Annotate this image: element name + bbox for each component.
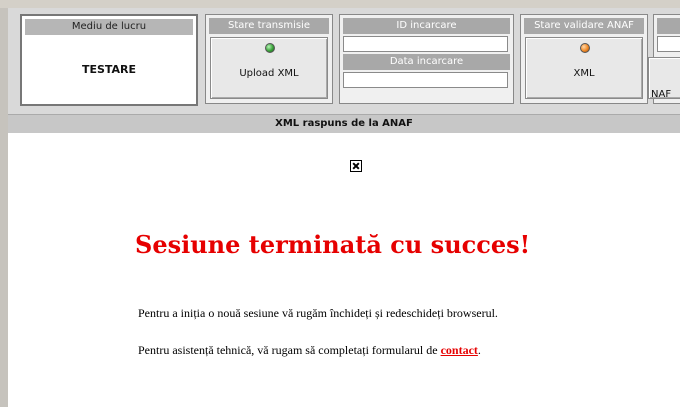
work-environment-title: Mediu de lucru [25,19,193,35]
anaf-validation-title: Stare validare ANAF [524,18,644,34]
restart-instruction: Pentru a iniția o nouă sesiune vă rugăm … [138,306,498,320]
response-bar: XML raspuns de la ANAF [8,114,680,134]
work-environment-value: TESTARE [81,63,137,76]
upload-id-field[interactable] [343,36,508,52]
transmission-panel: Stare transmisie Upload XML [205,14,333,104]
naf-label: NAF [651,89,672,100]
contact-link[interactable]: contact [441,343,478,357]
upload-date-title: Data incarcare [343,54,510,70]
partial-panel: NAF [648,14,680,104]
upload-date-field[interactable] [343,72,508,88]
close-icon [350,160,362,172]
partial-title [657,18,680,34]
xml-label: XML [573,68,595,79]
transmission-title: Stare transmisie [209,18,329,34]
upload-id-title: ID incarcare [343,18,510,34]
work-environment-panel: Mediu de lucru TESTARE [20,14,198,106]
status-led-icon [580,43,590,53]
status-led-icon [265,43,275,53]
app-window: Mediu de lucru TESTARE Stare transmisie … [0,0,680,407]
partial-field[interactable] [657,36,680,52]
xml-button[interactable]: XML [525,37,643,99]
naf-button[interactable]: NAF [648,57,680,100]
response-content: Sesiune terminată cu succes! Pentru a in… [8,133,680,407]
support-text: Pentru asistență tehnică, vă rugam să co… [138,343,441,357]
session-ended-heading: Sesiune terminată cu succes! [135,230,531,259]
anaf-validation-panel: Stare validare ANAF XML [520,14,648,104]
support-instruction: Pentru asistență tehnică, vă rugam să co… [138,343,481,358]
upload-xml-label: Upload XML [239,68,299,79]
upload-xml-button[interactable]: Upload XML [210,37,328,99]
support-suffix: . [477,343,481,357]
upload-info-panel: ID incarcare Data incarcare [339,14,514,104]
